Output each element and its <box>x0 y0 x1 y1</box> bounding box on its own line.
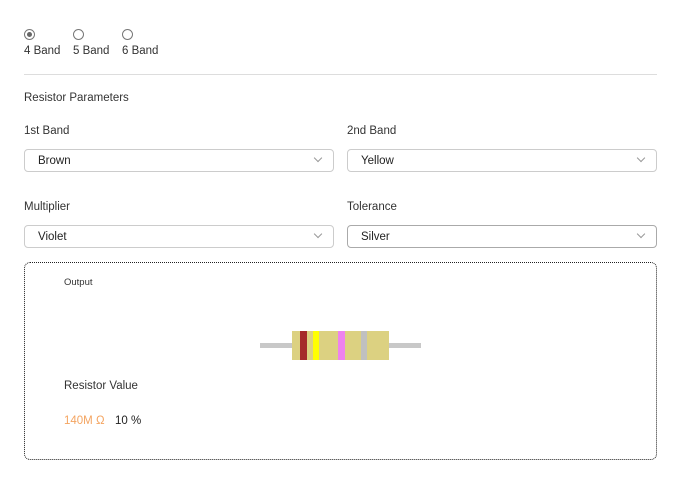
first-band-value: Brown <box>38 155 71 167</box>
first-band-select[interactable]: Brown <box>24 149 334 172</box>
multiplier-value: Violet <box>38 231 67 243</box>
resistance-value: 140M Ω <box>64 415 105 427</box>
resistor-lead-left <box>260 343 293 348</box>
radio-4-band[interactable] <box>24 29 35 40</box>
resistor-band-4 <box>361 331 367 360</box>
radio-4-band-label: 4 Band <box>24 45 61 57</box>
multiplier-label: Multiplier <box>24 201 71 213</box>
radio-6-band[interactable] <box>122 29 133 40</box>
resistor-body <box>292 331 389 360</box>
radio-6-band-label: 6 Band <box>122 45 159 57</box>
chevron-down-icon <box>636 229 646 239</box>
resistor-band-3 <box>338 331 345 360</box>
second-band-label: 2nd Band <box>347 125 397 137</box>
chevron-down-icon <box>636 153 646 163</box>
chevron-down-icon <box>313 153 323 163</box>
tolerance-value-output: 10 % <box>115 415 142 427</box>
first-band-label: 1st Band <box>24 125 70 137</box>
tolerance-select[interactable]: Silver <box>347 225 657 248</box>
output-panel: Output Resistor Value 140M Ω 10 % <box>24 262 657 460</box>
divider <box>24 74 657 75</box>
resistor-value-label: Resistor Value <box>64 380 138 392</box>
tolerance-label: Tolerance <box>347 201 397 213</box>
resistor-band-2 <box>313 331 319 360</box>
chevron-down-icon <box>313 229 323 239</box>
radio-5-band-label: 5 Band <box>73 45 110 57</box>
second-band-value: Yellow <box>361 155 394 167</box>
resistor-band-1 <box>300 331 307 360</box>
resistor-lead-right <box>388 343 421 348</box>
multiplier-select[interactable]: Violet <box>24 225 334 248</box>
second-band-select[interactable]: Yellow <box>347 149 657 172</box>
section-title: Resistor Parameters <box>24 92 129 104</box>
output-title: Output <box>64 277 93 288</box>
tolerance-value: Silver <box>361 231 390 243</box>
radio-5-band[interactable] <box>73 29 84 40</box>
